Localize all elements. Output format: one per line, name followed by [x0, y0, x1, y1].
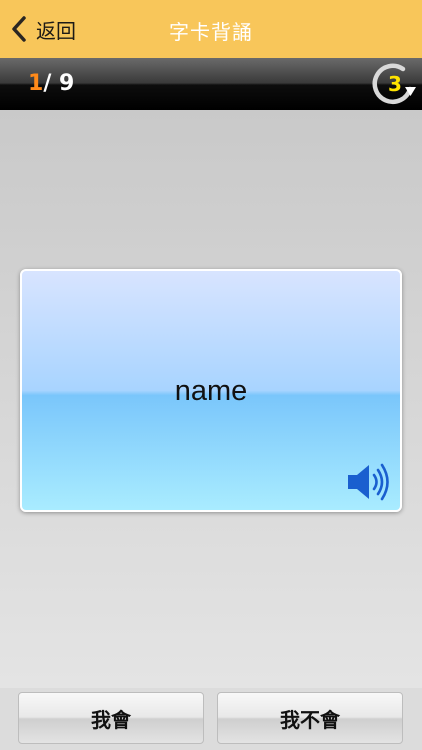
current-card-number: 1: [28, 71, 44, 96]
flash-card[interactable]: name: [20, 269, 402, 512]
counter-separator: /: [43, 71, 52, 96]
repeat-count: 3: [388, 72, 402, 96]
navigation-bar: 返回 字卡背誦: [0, 0, 422, 58]
page-title: 字卡背誦: [169, 20, 253, 44]
repeat-button[interactable]: 3: [370, 63, 422, 107]
speaker-icon: [348, 463, 389, 501]
card-counter: 1/ 9: [28, 71, 74, 96]
action-bar: 我會 我不會: [0, 688, 422, 750]
speaker-button[interactable]: [344, 460, 394, 504]
know-button[interactable]: 我會: [18, 692, 204, 744]
progress-bar: 1/ 9 3: [0, 58, 422, 110]
card-word: name: [174, 375, 248, 407]
total-card-number: 9: [59, 71, 75, 96]
dont-know-button[interactable]: 我不會: [217, 692, 403, 744]
